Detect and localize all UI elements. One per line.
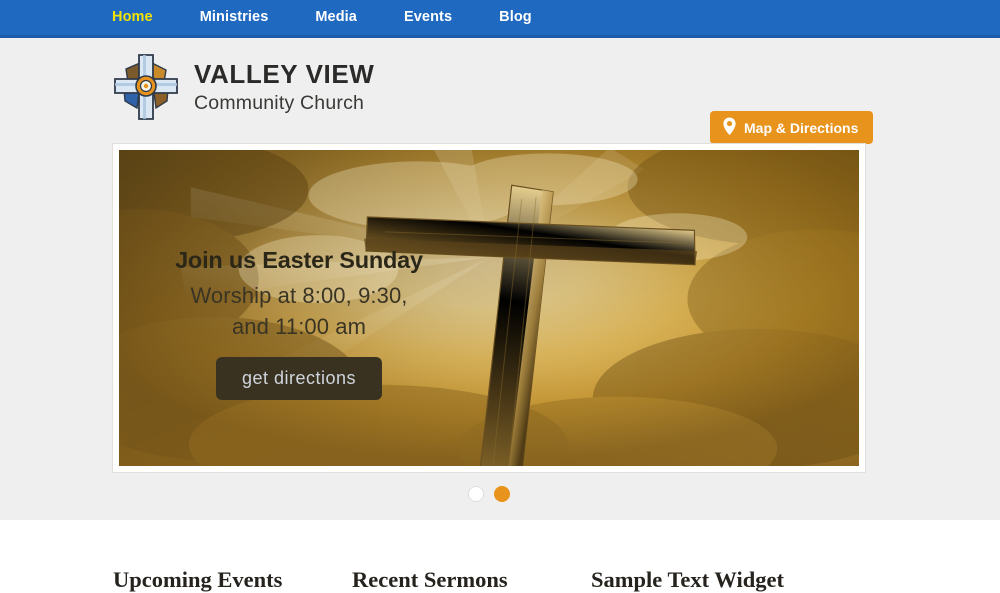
site-brand-link[interactable]: VALLEY VIEW Community Church: [112, 51, 374, 123]
map-pin-icon: [722, 117, 737, 138]
slider-pagination: [0, 486, 978, 502]
widget-title-upcoming-events: Upcoming Events: [113, 566, 283, 592]
nav-item-events[interactable]: Events: [380, 0, 475, 35]
nav-item-home[interactable]: Home: [112, 0, 176, 35]
site-header: VALLEY VIEW Community Church Map & Direc…: [0, 38, 1000, 520]
map-and-directions-button[interactable]: Map & Directions: [710, 111, 874, 144]
nav-item-media[interactable]: Media: [291, 0, 380, 35]
hero-subheading-line-2: and 11:00 am: [231, 314, 367, 340]
map-button-label: Map & Directions: [744, 119, 859, 136]
widget-title-recent-sermons: Recent Sermons: [352, 566, 508, 592]
stained-glass-cross-icon: [112, 51, 180, 123]
hero-caption: Join us Easter Sunday Worship at 8:00, 9…: [119, 246, 479, 400]
get-directions-button[interactable]: get directions: [215, 356, 383, 400]
slider-dot-2[interactable]: [494, 486, 510, 502]
widget-row: Upcoming Events Recent Sermons Sample Te…: [0, 520, 1000, 592]
hero-slider: Join us Easter Sunday Worship at 8:00, 9…: [112, 143, 866, 473]
nav-list: Home Ministries Media Events Blog: [112, 0, 555, 35]
nav-item-blog[interactable]: Blog: [475, 0, 555, 35]
hero-subheading-line-1: Worship at 8:00, 9:30,: [190, 283, 408, 309]
brand-title: VALLEY VIEW: [194, 58, 375, 89]
hero-heading: Join us Easter Sunday: [175, 247, 423, 273]
brand-subtitle: Community Church: [194, 91, 365, 114]
nav-item-ministries[interactable]: Ministries: [176, 0, 292, 35]
primary-navigation: Home Ministries Media Events Blog: [0, 0, 1000, 38]
brand-text: VALLEY VIEW Community Church: [194, 61, 374, 114]
slider-dot-1[interactable]: [468, 486, 484, 502]
hero-slide[interactable]: Join us Easter Sunday Worship at 8:00, 9…: [119, 150, 859, 466]
widget-title-sample-text: Sample Text Widget: [591, 566, 784, 592]
